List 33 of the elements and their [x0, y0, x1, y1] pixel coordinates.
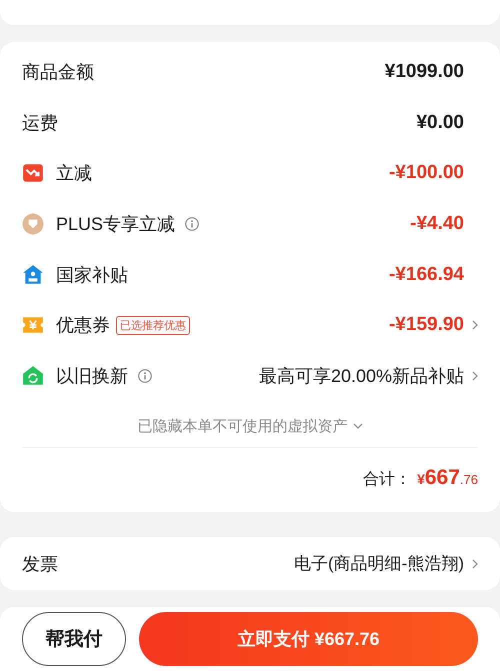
row-value: ¥1099.00	[384, 61, 464, 84]
house-icon	[22, 264, 44, 286]
chevron-right-icon[interactable]	[472, 558, 478, 568]
row-label: 商品金额	[22, 61, 94, 84]
coupon-tag: 已选推荐优惠	[116, 316, 190, 335]
help-pay-button[interactable]: 帮我付	[22, 612, 126, 666]
row-value: -¥159.90	[388, 314, 464, 336]
row-label: 立减	[56, 162, 92, 186]
invoice-label: 发票	[22, 552, 58, 576]
total-amount: ¥667.76	[416, 466, 478, 490]
row-value: -¥166.94	[388, 264, 464, 286]
chevron-down-icon[interactable]	[352, 423, 362, 430]
row-value: -¥4.40	[410, 213, 464, 236]
info-icon[interactable]	[185, 217, 200, 232]
invoice-card[interactable]: 发票 电子(商品明细-熊浩翔)	[0, 537, 500, 590]
info-icon[interactable]	[138, 368, 152, 383]
shield-badge-icon	[22, 213, 44, 236]
chevron-right-icon[interactable]	[472, 370, 478, 381]
recycle-house-icon	[22, 364, 44, 387]
chevron-right-icon[interactable]	[472, 320, 478, 330]
row-label: 优惠券	[56, 314, 110, 338]
trend-down-icon	[22, 162, 44, 184]
row-value: -¥100.00	[388, 162, 464, 184]
row-label: PLUS专享立减	[56, 213, 176, 236]
invoice-value: 电子(商品明细-熊浩翔)	[294, 553, 464, 575]
row-label: 国家补贴	[56, 264, 128, 287]
pay-now-button[interactable]: 立即支付 ¥667.76	[139, 612, 478, 666]
row-label: 运费	[22, 112, 58, 135]
total-label: 合计：	[363, 470, 412, 490]
hidden-assets-note[interactable]: 已隐藏本单不可使用的虚拟资产	[138, 416, 348, 436]
row-value: 最高可享20.00%新品补贴	[258, 364, 464, 388]
row-value: ¥0.00	[416, 112, 464, 134]
row-label: 以旧换新	[56, 364, 128, 388]
